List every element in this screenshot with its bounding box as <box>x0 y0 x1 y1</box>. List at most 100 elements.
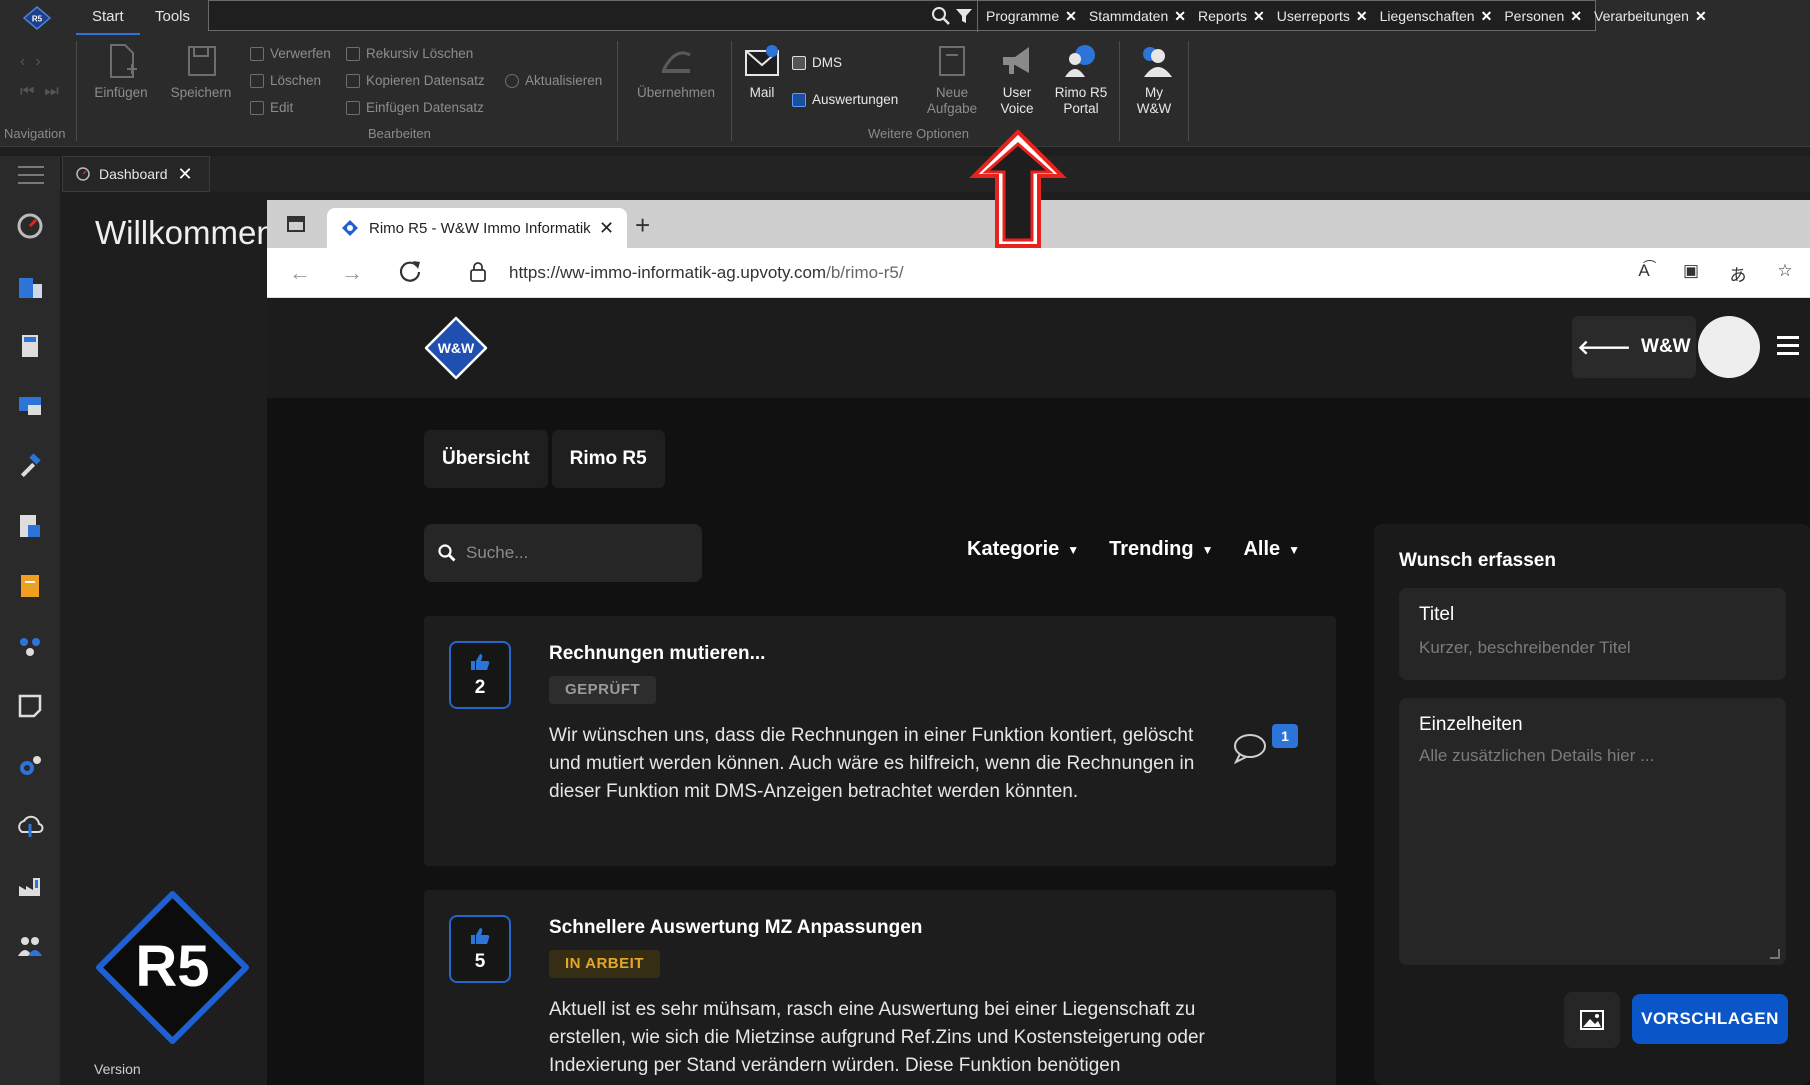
close-icon[interactable]: ✕ <box>1065 8 1077 24</box>
contract-icon[interactable] <box>16 392 44 420</box>
favorites-star-icon[interactable]: ☆ <box>1773 261 1797 285</box>
filter-trending[interactable]: Trending ▼ <box>1109 538 1213 561</box>
url-field[interactable]: https://ww-immo-informatik-ag.upvoty.com… <box>509 263 904 283</box>
close-icon[interactable]: ✕ <box>1174 8 1186 24</box>
tab-tools[interactable]: Tools <box>155 8 190 25</box>
navigation-arrows[interactable]: ‹› ⏮⏭ <box>20 47 69 107</box>
rekursiv-loeschen-button[interactable]: Rekursiv Löschen <box>346 46 473 61</box>
hammer-icon[interactable] <box>16 452 44 480</box>
title-field[interactable]: Titel <box>1399 588 1786 680</box>
close-icon[interactable]: ✕ <box>1481 8 1493 24</box>
details-field[interactable]: Einzelheiten <box>1399 698 1786 965</box>
back-arrow-icon[interactable]: ← <box>289 260 311 286</box>
chip-liegenschaften[interactable]: Liegenschaften ✕ <box>1380 8 1493 25</box>
chip-stammdaten[interactable]: Stammdaten ✕ <box>1089 8 1186 25</box>
rimo-portal-button[interactable]: Rimo R5 Portal <box>1046 41 1116 117</box>
translate-icon[interactable]: あ <box>1726 261 1750 285</box>
filter-kategorie[interactable]: Kategorie ▼ <box>967 538 1079 561</box>
mail-button[interactable]: Mail <box>727 41 797 101</box>
invoice-icon[interactable] <box>16 572 44 600</box>
building-icon[interactable] <box>16 272 44 300</box>
chip-reports[interactable]: Reports ✕ <box>1198 8 1265 25</box>
einfuegen-datensatz-button[interactable]: Einfügen Datensatz <box>346 100 484 115</box>
caret-down-icon: ▼ <box>1201 542 1214 557</box>
attach-image-button[interactable] <box>1564 992 1620 1048</box>
reload-icon[interactable] <box>397 258 423 284</box>
details-textarea[interactable] <box>1419 746 1759 946</box>
global-search-bar[interactable]: Programme ✕ Stammdaten ✕ Reports ✕ Userrepo… <box>208 0 1707 32</box>
factory-icon[interactable] <box>16 872 44 900</box>
post-card[interactable]: 2 Rechnungen mutieren... GEPRÜFT Wir wün… <box>424 616 1336 866</box>
avatar[interactable] <box>1698 316 1760 378</box>
r5-logo-text: R5 <box>135 934 209 999</box>
kopieren-datensatz-button[interactable]: Kopieren Datensatz <box>346 73 485 88</box>
vorschlagen-button[interactable]: VORSCHLAGEN <box>1632 994 1788 1044</box>
sidebar-toggle-icon[interactable] <box>287 216 305 232</box>
loeschen-button[interactable]: Löschen <box>250 73 321 88</box>
read-aloud-icon[interactable]: A͡ <box>1632 261 1656 285</box>
search-icon[interactable] <box>931 6 951 26</box>
speichern-button[interactable]: Speichern <box>166 41 236 101</box>
chip-userreports[interactable]: Userreports ✕ <box>1277 8 1368 25</box>
tab-dashboard[interactable]: Dashboard ✕ <box>62 156 210 192</box>
auswertungen-button[interactable]: Auswertungen <box>792 92 898 107</box>
image-icon <box>1580 1010 1604 1030</box>
calculator-icon[interactable] <box>16 332 44 360</box>
nav-tab-rimo-r5[interactable]: Rimo R5 <box>551 430 665 488</box>
close-icon[interactable]: ✕ <box>178 164 193 185</box>
document-report-icon[interactable] <box>16 512 44 540</box>
filter-alle[interactable]: Alle ▼ <box>1243 538 1300 561</box>
search-input[interactable] <box>466 543 686 563</box>
site-body: Übersicht Rimo R5 Kategorie ▼ Trending ▼ A… <box>267 398 1810 1085</box>
back-to-ww-button[interactable]: 🡐 W&W <box>1572 316 1696 378</box>
comments-indicator[interactable]: 1 <box>1232 724 1298 764</box>
upvote-button[interactable]: 2 <box>449 641 511 709</box>
site-menu-icon[interactable] <box>1777 336 1799 360</box>
close-icon[interactable]: ✕ <box>1356 8 1368 24</box>
tab-start[interactable]: Start <box>76 8 140 35</box>
lock-icon[interactable] <box>469 262 487 282</box>
app-logo-icon[interactable]: R5 <box>22 6 52 30</box>
title-input[interactable] <box>1419 638 1759 658</box>
post-title[interactable]: Schnellere Auswertung MZ Anpassungen <box>549 917 922 939</box>
close-icon[interactable]: ✕ <box>1570 8 1582 24</box>
new-tab-icon[interactable]: + <box>635 210 650 241</box>
note-icon[interactable] <box>16 692 44 720</box>
reader-view-icon[interactable]: ▣ <box>1679 261 1703 285</box>
forward-arrow-icon[interactable]: → <box>341 260 363 286</box>
filter-icon[interactable] <box>955 7 973 25</box>
einfuegen-label: Einfügen <box>94 85 148 100</box>
user-voice-label-1: User <box>1002 85 1032 100</box>
edit-button[interactable]: Edit <box>250 100 293 115</box>
resize-handle-icon[interactable] <box>1770 949 1780 959</box>
browser-tab-active[interactable]: Rimo R5 - W&W Immo Informatik ✕ <box>327 208 627 248</box>
hamburger-menu-icon[interactable] <box>18 166 44 190</box>
ww-logo[interactable]: W&W <box>424 316 488 380</box>
cloud-download-icon[interactable] <box>16 812 44 840</box>
chip-programme[interactable]: Programme ✕ <box>986 8 1077 25</box>
site-header: W&W 🡐 W&W <box>267 298 1810 398</box>
people-network-icon[interactable] <box>16 632 44 660</box>
settings-gears-icon[interactable] <box>16 752 44 780</box>
close-icon[interactable]: ✕ <box>1695 8 1707 24</box>
close-icon[interactable]: ✕ <box>1253 8 1265 24</box>
verwerfen-button[interactable]: Verwerfen <box>250 46 331 61</box>
neue-aufgabe-button[interactable]: Neue Aufgabe <box>917 41 987 117</box>
post-card[interactable]: 5 Schnellere Auswertung MZ Anpassungen I… <box>424 890 1336 1085</box>
uebernehmen-button[interactable]: Übernehmen <box>630 41 722 101</box>
weitere-optionen-group-label: Weitere Optionen <box>868 126 969 141</box>
post-title[interactable]: Rechnungen mutieren... <box>549 643 765 665</box>
dms-button[interactable]: DMS <box>792 55 842 70</box>
chip-personen[interactable]: Personen ✕ <box>1504 8 1582 25</box>
aktualisieren-button[interactable]: Aktualisieren <box>505 73 602 88</box>
post-search[interactable] <box>424 524 702 582</box>
upvote-button[interactable]: 5 <box>449 915 511 983</box>
close-icon[interactable]: ✕ <box>599 218 614 239</box>
nav-tab-uebersicht[interactable]: Übersicht <box>424 430 548 488</box>
my-ww-button[interactable]: My W&W <box>1119 41 1189 117</box>
einfuegen-button[interactable]: Einfügen <box>86 41 156 101</box>
users-group-icon[interactable] <box>16 932 44 960</box>
chip-verarbeitungen[interactable]: Verarbeitungen ✕ <box>1594 8 1707 25</box>
user-voice-button[interactable]: User Voice <box>982 41 1052 117</box>
dashboard-gauge-icon[interactable] <box>16 212 44 240</box>
